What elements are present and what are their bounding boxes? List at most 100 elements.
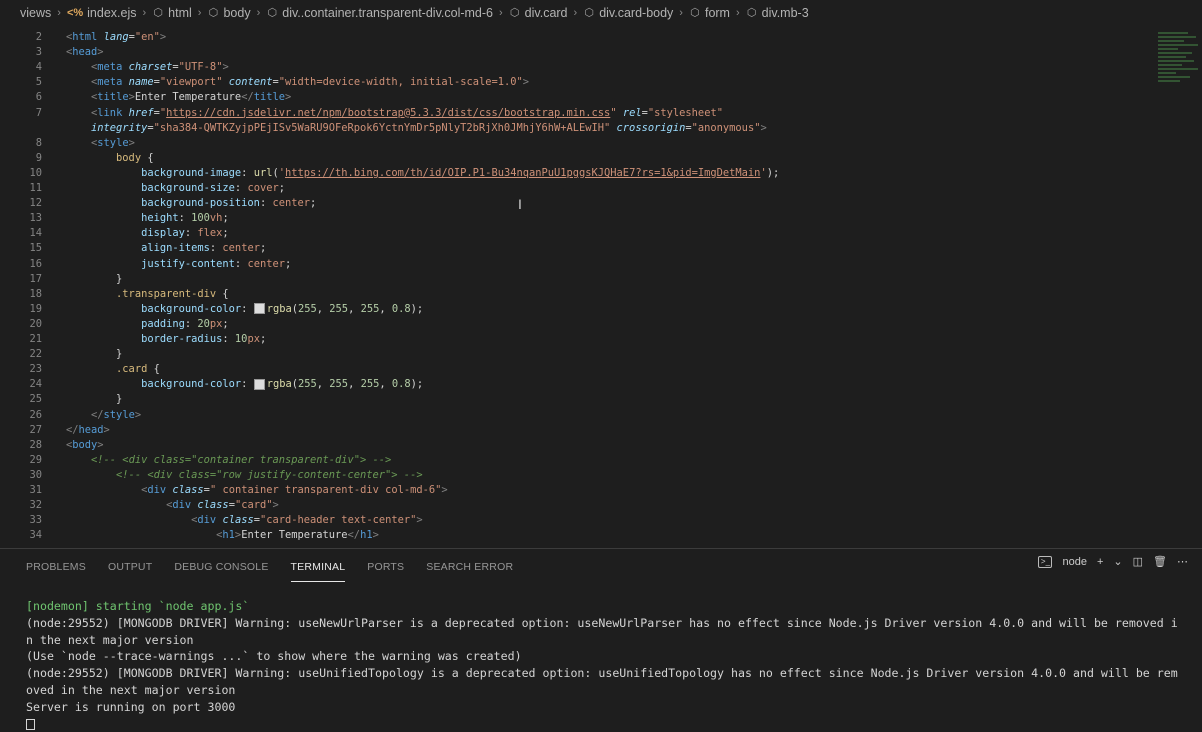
breadcrumb-item[interactable]: ⬡ div.card: [509, 6, 568, 20]
breadcrumb-item[interactable]: ⬡ form: [689, 6, 730, 20]
terminal-output[interactable]: [nodemon] starting `node app.js` (node:29…: [26, 598, 1186, 732]
code-text[interactable]: <meta charset="UTF-8">: [66, 60, 229, 75]
code-text[interactable]: body {: [66, 151, 154, 166]
line-number: 16: [29, 257, 42, 270]
line-number: 26: [29, 408, 42, 421]
code-text[interactable]: <title>Enter Temperature</title>: [66, 90, 291, 105]
line-number: 21: [29, 333, 42, 345]
line-number: 25: [29, 393, 42, 406]
breadcrumb-item[interactable]: ⬡ div.card-body: [583, 6, 673, 20]
code-line[interactable]: 32 <div class="card">: [0, 498, 1150, 513]
code-line[interactable]: 30 <!-- <div class="row justify-content-…: [0, 468, 1150, 483]
terminal-icon[interactable]: >_: [1038, 555, 1053, 568]
code-line[interactable]: 20 padding: 20px;: [0, 317, 1150, 332]
trash-icon[interactable]: 🗑: [1153, 555, 1167, 568]
code-line[interactable]: 4 <meta charset="UTF-8">: [0, 60, 1150, 75]
code-text[interactable]: background-color: rgba(255, 255, 255, 0.…: [66, 302, 423, 317]
code-text[interactable]: align-items: center;: [66, 241, 266, 256]
terminal-name[interactable]: node: [1062, 556, 1086, 568]
terminal-cursor[interactable]: [26, 716, 1186, 732]
code-text[interactable]: background-color: rgba(255, 255, 255, 0.…: [66, 377, 423, 392]
code-line[interactable]: 24 background-color: rgba(255, 255, 255,…: [0, 377, 1150, 392]
tab-output[interactable]: OUTPUT: [108, 553, 152, 581]
code-text[interactable]: }: [66, 347, 122, 362]
code-line[interactable]: 28 <body>: [0, 438, 1150, 453]
minimap[interactable]: [1158, 30, 1202, 120]
code-line[interactable]: 3 <head>: [0, 45, 1150, 60]
code-text[interactable]: </style>: [66, 408, 141, 423]
code-line[interactable]: 10 background-image: url('https://th.bin…: [0, 166, 1150, 181]
code-line[interactable]: 5 <meta name="viewport" content="width=d…: [0, 75, 1150, 90]
code-text[interactable]: <h1>Enter Temperature</h1>: [66, 528, 379, 543]
breadcrumb-item[interactable]: ⬡ div.mb-3: [746, 6, 809, 20]
code-line[interactable]: 17 }: [0, 272, 1150, 287]
code-text[interactable]: <html lang="en">: [66, 30, 166, 45]
code-line[interactable]: 12 background-position: center;: [0, 196, 1150, 211]
code-line[interactable]: 16 justify-content: center;: [0, 257, 1150, 272]
code-line[interactable]: integrity="sha384-QWTKZyjpPEjISv5WaRU9OF…: [0, 121, 1150, 136]
code-text[interactable]: <meta name="viewport" content="width=dev…: [66, 75, 529, 90]
breadcrumb-item[interactable]: ⬡ div..container.transparent-div.col-md-6: [266, 6, 493, 20]
breadcrumb-item[interactable]: <% index.ejs: [67, 6, 137, 20]
code-line[interactable]: 2 <html lang="en">: [0, 30, 1150, 45]
code-text[interactable]: background-size: cover;: [66, 181, 285, 196]
code-text[interactable]: .card {: [66, 362, 160, 377]
code-line[interactable]: 34 <h1>Enter Temperature</h1>: [0, 528, 1150, 543]
more-icon[interactable]: ⋯: [1177, 555, 1188, 568]
code-line[interactable]: 26 </style>: [0, 408, 1150, 423]
code-text[interactable]: <link href="https://cdn.jsdelivr.net/npm…: [66, 106, 723, 121]
tab-terminal[interactable]: TERMINAL: [290, 553, 346, 582]
code-text[interactable]: <!-- <div class="container transparent-d…: [66, 453, 391, 468]
code-line[interactable]: 18 .transparent-div {: [0, 287, 1150, 302]
tab-ports[interactable]: PORTS: [367, 553, 404, 581]
code-line[interactable]: 6 <title>Enter Temperature</title>: [0, 90, 1150, 105]
tab-debug-console[interactable]: DEBUG CONSOLE: [174, 553, 268, 581]
code-text[interactable]: <div class="card-header text-center">: [66, 513, 423, 528]
tab-problems[interactable]: PROBLEMS: [26, 553, 86, 581]
code-line[interactable]: 15 align-items: center;: [0, 241, 1150, 256]
code-line[interactable]: 22 }: [0, 347, 1150, 362]
code-text[interactable]: height: 100vh;: [66, 211, 229, 226]
code-text[interactable]: <!-- <div class="row justify-content-cen…: [66, 468, 423, 483]
code-text[interactable]: }: [66, 392, 122, 407]
code-line[interactable]: 21 border-radius: 10px;: [0, 332, 1150, 347]
code-text[interactable]: integrity="sha384-QWTKZyjpPEjISv5WaRU9OF…: [66, 121, 767, 136]
code-line[interactable]: 9 body {: [0, 151, 1150, 166]
code-line[interactable]: 7 <link href="https://cdn.jsdelivr.net/n…: [0, 106, 1150, 121]
code-text[interactable]: .transparent-div {: [66, 287, 229, 302]
code-line[interactable]: 27 </head>: [0, 423, 1150, 438]
code-text[interactable]: justify-content: center;: [66, 257, 291, 272]
code-text[interactable]: <div class=" container transparent-div c…: [66, 483, 448, 498]
code-text[interactable]: display: flex;: [66, 226, 229, 241]
split-terminal-icon[interactable]: ◫: [1133, 555, 1143, 568]
code-text[interactable]: <style>: [66, 136, 135, 151]
code-text[interactable]: }: [66, 272, 122, 287]
code-text[interactable]: background-position: center;: [66, 196, 316, 211]
code-line[interactable]: 33 <div class="card-header text-center">: [0, 513, 1150, 528]
breadcrumb-item[interactable]: views: [20, 6, 51, 20]
code-line[interactable]: 8 <style>: [0, 136, 1150, 151]
code-text[interactable]: <div class="card">: [66, 498, 279, 513]
code-line[interactable]: 23 .card {: [0, 362, 1150, 377]
code-text[interactable]: <body>: [66, 438, 104, 453]
code-line[interactable]: 29 <!-- <div class="container transparen…: [0, 453, 1150, 468]
tab-search-error[interactable]: SEARCH ERROR: [426, 553, 513, 581]
code-line[interactable]: 31 <div class=" container transparent-di…: [0, 483, 1150, 498]
code-line[interactable]: 11 background-size: cover;: [0, 181, 1150, 196]
code-line[interactable]: 14 display: flex;: [0, 226, 1150, 241]
code-line[interactable]: 25 }: [0, 392, 1150, 407]
code-text[interactable]: </head>: [66, 423, 110, 438]
add-terminal-icon[interactable]: +: [1097, 556, 1103, 568]
code-line[interactable]: 13 height: 100vh;: [0, 211, 1150, 226]
code-text[interactable]: <head>: [66, 45, 104, 60]
code-editor[interactable]: I 2 <html lang="en"> 3 <head> 4 <meta charse…: [0, 26, 1202, 548]
breadcrumb-separator-icon: ›: [573, 7, 578, 19]
breadcrumb-item[interactable]: ⬡ body: [207, 6, 251, 20]
code-text[interactable]: border-radius: 10px;: [66, 332, 266, 347]
code-text[interactable]: background-image: url('https://th.bing.c…: [66, 166, 779, 181]
chevron-down-icon[interactable]: ⌄: [1113, 555, 1122, 568]
code-line[interactable]: 19 background-color: rgba(255, 255, 255,…: [0, 302, 1150, 317]
code-text[interactable]: padding: 20px;: [66, 317, 229, 332]
line-number: 28: [29, 438, 42, 451]
breadcrumb-item[interactable]: ⬡ html: [152, 6, 191, 20]
